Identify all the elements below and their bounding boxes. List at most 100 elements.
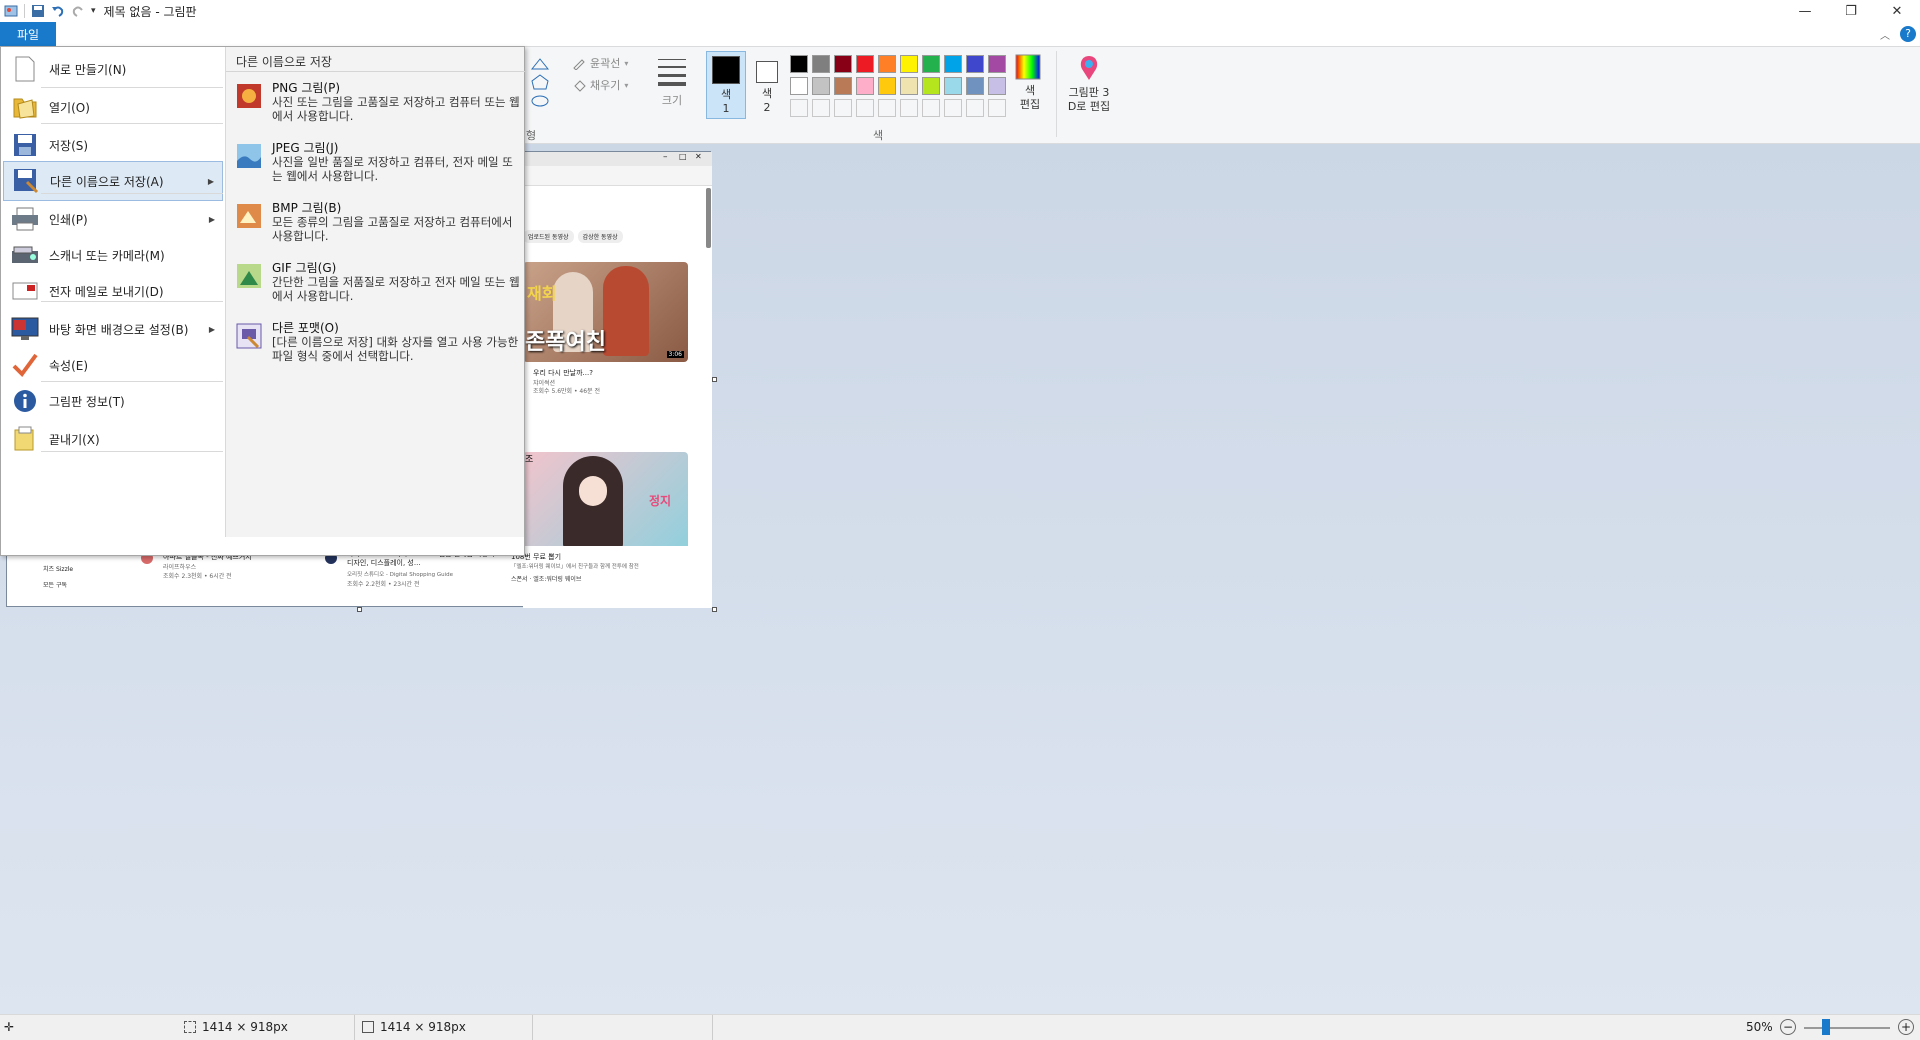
palette-color-swatch[interactable] xyxy=(856,77,874,95)
ribbon-tab-bar: ︿ ? xyxy=(0,22,1920,46)
palette-color-swatch[interactable] xyxy=(856,55,874,73)
palette-color-swatch[interactable] xyxy=(790,77,808,95)
palette-color-swatch[interactable] xyxy=(922,55,940,73)
zoom-in-button[interactable]: + xyxy=(1898,1019,1914,1035)
new-file-icon xyxy=(11,55,39,83)
palette-color-swatch[interactable] xyxy=(790,55,808,73)
color1-swatch xyxy=(712,56,740,84)
palette-color-swatch[interactable] xyxy=(812,55,830,73)
save-as-option-description: 간단한 그림을 저품질로 저장하고 전자 메일 또는 웹에서 사용합니다. xyxy=(272,275,520,303)
save-as-option[interactable]: 다른 포맷(O) [다른 이름으로 저장] 대화 상자를 열고 사용 가능한 파일… xyxy=(234,319,520,375)
thumbnail-corner-text: 조 xyxy=(525,455,534,465)
file-tab[interactable]: 파일 xyxy=(0,22,56,46)
palette-color-swatch[interactable] xyxy=(944,77,962,95)
color1-button[interactable]: 색 1 xyxy=(706,51,746,119)
palette-color-swatch[interactable] xyxy=(922,77,940,95)
save-icon[interactable] xyxy=(31,4,45,18)
palette-color-swatch[interactable] xyxy=(900,77,918,95)
palette-custom-slot[interactable] xyxy=(922,99,940,117)
file-menu-item[interactable]: 바탕 화면 배경으로 설정(B) ▶ xyxy=(3,311,223,347)
thumbnail-badge: 정지 xyxy=(649,494,672,508)
save-as-option-title: JPEG 그림(J) xyxy=(272,141,339,155)
palette-color-swatch[interactable] xyxy=(988,77,1006,95)
close-button[interactable]: ✕ xyxy=(1874,0,1920,22)
colors-group-label: 색 xyxy=(873,129,884,142)
video-title-1: 우리 다시 만날까...? xyxy=(533,369,593,377)
shapes-group-label: 형 xyxy=(526,129,537,142)
file-menu-item[interactable]: 새로 만들기(N) xyxy=(3,51,223,87)
fill-button[interactable]: 채우기 ▾ xyxy=(572,77,628,93)
file-menu-item-label: 다른 이름으로 저장(A) xyxy=(50,174,164,189)
palette-color-swatch[interactable] xyxy=(834,77,852,95)
redo-icon[interactable] xyxy=(71,4,85,18)
file-menu-item[interactable]: 다른 이름으로 저장(A) ▶ xyxy=(3,161,223,201)
palette-custom-slot[interactable] xyxy=(988,99,1006,117)
video-channel: 스폰서 · 엘조:워더링 웨이브 xyxy=(511,576,582,583)
file-menu-item[interactable]: 전자 메일로 보내기(D) xyxy=(3,273,223,309)
video-meta: 조회수 2.2천회 • 23시간 전 xyxy=(347,581,420,588)
zoom-slider-thumb[interactable] xyxy=(1822,1019,1830,1035)
customize-quick-access-icon[interactable]: ▾ xyxy=(91,6,96,16)
palette-custom-slot[interactable] xyxy=(834,99,852,117)
zoom-slider[interactable] xyxy=(1804,1027,1890,1029)
palette-color-swatch[interactable] xyxy=(966,55,984,73)
minimize-button[interactable]: — xyxy=(1782,0,1828,22)
zoom-out-button[interactable]: − xyxy=(1780,1019,1796,1035)
file-menu-item[interactable]: 스캐너 또는 카메라(M) xyxy=(3,237,223,273)
image-size-icon xyxy=(362,1021,374,1033)
outline-icon xyxy=(573,59,585,70)
save-as-option-description: 사진 또는 그림을 고품질로 저장하고 컴퓨터 또는 웹에서 사용합니다. xyxy=(272,95,520,123)
palette-custom-slot[interactable] xyxy=(856,99,874,117)
palette-color-swatch[interactable] xyxy=(900,55,918,73)
palette-custom-slot[interactable] xyxy=(900,99,918,117)
save-as-option-description: 사진을 일반 품질로 저장하고 컴퓨터, 전자 메일 또는 웹에서 사용합니다. xyxy=(272,155,513,183)
save-as-option[interactable]: PNG 그림(P) 사진 또는 그림을 고품질로 저장하고 컴퓨터 또는 웹에서 … xyxy=(234,79,520,135)
resize-handle-right[interactable] xyxy=(712,377,717,382)
undo-icon[interactable] xyxy=(51,4,65,18)
browser-close-icon: ✕ xyxy=(695,152,702,161)
ribbon-collapse-icon[interactable]: ︿ xyxy=(1880,27,1890,42)
palette-custom-slot[interactable] xyxy=(812,99,830,117)
help-icon[interactable]: ? xyxy=(1900,26,1916,42)
palette-custom-slot[interactable] xyxy=(878,99,896,117)
palette-custom-slot[interactable] xyxy=(966,99,984,117)
file-menu-item[interactable]: 그림판 정보(T) xyxy=(3,383,223,419)
palette-custom-slot[interactable] xyxy=(790,99,808,117)
save-as-option[interactable]: BMP 그림(B) 모든 종류의 그림을 고품질로 저장하고 컴퓨터에서 사용합니… xyxy=(234,199,520,255)
palette-color-swatch[interactable] xyxy=(834,55,852,73)
save-as-option[interactable]: JPEG 그림(J) 사진을 일반 품질로 저장하고 컴퓨터, 전자 메일 또는 … xyxy=(234,139,520,195)
save-icon xyxy=(11,131,39,159)
palette-color-swatch[interactable] xyxy=(988,55,1006,73)
file-menu-item-label: 스캐너 또는 카메라(M) xyxy=(49,248,165,263)
palette-color-swatch[interactable] xyxy=(966,77,984,95)
zoom-level: 50% xyxy=(1746,1020,1773,1034)
outline-button[interactable]: 윤곽선 ▾ xyxy=(572,55,628,71)
size-button[interactable]: 크기 xyxy=(654,53,690,123)
paint3d-button[interactable]: 그림판 3 D로 편집 xyxy=(1062,53,1116,123)
color-palette xyxy=(790,55,1010,121)
edit-colors-button[interactable]: 색 편집 xyxy=(1014,53,1046,123)
shapes-gallery[interactable] xyxy=(526,55,562,115)
file-menu-item-label: 속성(E) xyxy=(49,358,89,373)
palette-custom-slot[interactable] xyxy=(944,99,962,117)
sidebar-list-item: 모든 구독 xyxy=(43,582,67,589)
file-menu-item-label: 끝내기(X) xyxy=(49,432,100,447)
resize-handle-bottom[interactable] xyxy=(357,607,362,612)
file-menu-item[interactable]: 저장(S) xyxy=(3,127,223,163)
palette-color-swatch[interactable] xyxy=(944,55,962,73)
color2-button[interactable]: 색 2 xyxy=(748,51,788,119)
save-as-option-title: GIF 그림(G) xyxy=(272,261,337,275)
resize-handle-corner[interactable] xyxy=(712,607,717,612)
palette-color-swatch[interactable] xyxy=(812,77,830,95)
file-menu-item[interactable]: 속성(E) xyxy=(3,347,223,383)
menu-separator xyxy=(41,193,223,194)
thumbnail-caption-top: 재회 xyxy=(527,284,557,303)
restore-button[interactable]: ❐ xyxy=(1828,0,1874,22)
save-as-option[interactable]: GIF 그림(G) 간단한 그림을 저품질로 저장하고 전자 메일 또는 웹에서 … xyxy=(234,259,520,315)
palette-color-swatch[interactable] xyxy=(878,77,896,95)
file-menu-item[interactable]: 열기(O) xyxy=(3,89,223,125)
palette-color-swatch[interactable] xyxy=(878,55,896,73)
browser-scrollbar xyxy=(706,188,711,248)
file-menu-item[interactable]: 인쇄(P) ▶ xyxy=(3,201,223,237)
paint-app-icon[interactable] xyxy=(4,4,18,18)
